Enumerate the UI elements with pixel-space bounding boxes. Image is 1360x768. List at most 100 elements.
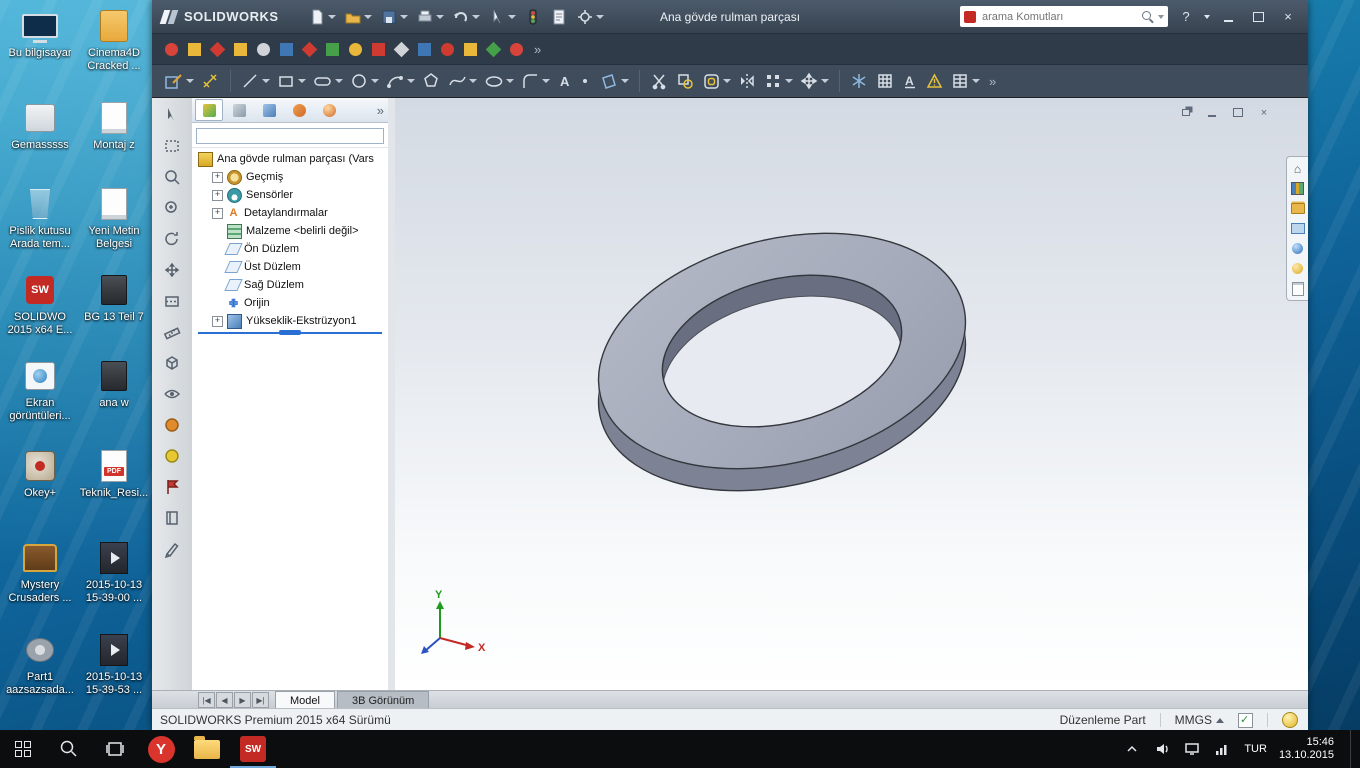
help-dropdown-icon[interactable] [1204, 14, 1210, 19]
help-button[interactable]: ? [1174, 7, 1198, 27]
view-palette-icon[interactable] [1290, 221, 1305, 236]
tree-item-on-duzlem[interactable]: Ön Düzlem [192, 240, 388, 258]
options-button[interactable] [573, 6, 607, 28]
tab-configurationmanager[interactable] [255, 99, 283, 121]
maximize-button[interactable] [1246, 7, 1270, 27]
expand-icon[interactable] [212, 207, 223, 219]
rollback-bar[interactable] [198, 330, 382, 335]
section-view-icon[interactable] [160, 290, 184, 312]
spline-icon[interactable] [446, 71, 479, 92]
tree-item-yukseklik-ekstruzyon1[interactable]: Yükseklik-Ekstrüzyon1 [192, 312, 388, 330]
tab-scroll-last-icon[interactable]: ▶| [252, 692, 269, 708]
search-input[interactable] [980, 9, 1138, 24]
toolbar2-icon-9[interactable] [346, 40, 364, 58]
sketch-icon[interactable] [162, 71, 196, 92]
viewport-close-icon[interactable]: × [1256, 106, 1272, 119]
box-select-icon[interactable] [160, 135, 184, 157]
zoom-area-icon[interactable] [160, 197, 184, 219]
language-indicator[interactable]: TUR [1242, 743, 1269, 755]
print-button[interactable] [413, 6, 447, 28]
arc-icon[interactable] [384, 71, 417, 92]
move-entities-icon[interactable] [798, 71, 831, 92]
desktop-icon-ana-w[interactable]: ana w [78, 358, 150, 410]
tab-scroll-first-icon[interactable]: |◀ [198, 692, 215, 708]
design-book-icon[interactable] [160, 507, 184, 529]
taskbar-clock[interactable]: 15:46 13.10.2015 [1279, 736, 1340, 762]
desktop-icon-recording-1[interactable]: 2015-10-13 15-39-00 ... [78, 540, 150, 605]
task-view-button[interactable] [92, 730, 138, 768]
scene-icon[interactable] [160, 445, 184, 467]
toolbar2-icon-10[interactable] [369, 40, 387, 58]
toolbar2-icon-6[interactable] [277, 40, 295, 58]
expand-icon[interactable] [212, 189, 223, 201]
point-icon[interactable] [577, 71, 594, 92]
sketch-fillet-icon[interactable] [519, 71, 552, 92]
toolbar2-icon-16[interactable] [507, 40, 525, 58]
expand-icon[interactable] [212, 171, 223, 183]
tab-scroll-right-icon[interactable]: ▶ [234, 692, 251, 708]
annotation-icon[interactable]: A [900, 71, 920, 92]
viewport-restore-icon[interactable] [1178, 106, 1194, 119]
select-cursor-icon[interactable] [160, 104, 184, 126]
desktop-icon-okey[interactable]: Okey+ [4, 448, 76, 500]
slot-icon[interactable] [311, 71, 345, 92]
grid-icon[interactable] [874, 71, 897, 92]
panel-tabs-overflow-icon[interactable]: » [373, 103, 388, 118]
tab-3d-views[interactable]: 3B Görünüm [336, 691, 430, 709]
toolbar3-overflow-icon[interactable]: » [985, 74, 1000, 89]
desktop-icon-ekran[interactable]: Ekran görüntüleri... [4, 358, 76, 423]
desktop-icon-bu-bilgisayar[interactable]: Bu bilgisayar [4, 8, 76, 60]
ring-part[interactable] [573, 197, 990, 527]
design-library-icon[interactable] [1290, 181, 1305, 196]
toolbar2-icon-8[interactable] [323, 40, 341, 58]
search-icon[interactable] [1142, 10, 1154, 23]
tray-overflow-chevron-icon[interactable] [1122, 739, 1142, 759]
save-button[interactable] [377, 6, 411, 28]
command-search-box[interactable] [960, 6, 1168, 27]
toolbar2-icon-7[interactable] [300, 40, 318, 58]
units-dropdown[interactable]: MMGS [1175, 713, 1224, 727]
edit-sketch-icon[interactable] [160, 538, 184, 560]
quick-tips-icon[interactable] [1282, 712, 1298, 728]
home-icon[interactable] [1290, 161, 1305, 176]
toolbar2-icon-11[interactable] [392, 40, 410, 58]
rectangle-icon[interactable] [275, 71, 308, 92]
tree-item-orijin[interactable]: Orijin [192, 294, 388, 312]
toolbar2-icon-13[interactable] [438, 40, 456, 58]
trim-entities-icon[interactable] [648, 71, 671, 92]
tree-item-gecmis[interactable]: Geçmiş [192, 168, 388, 186]
rebuild-button[interactable] [521, 6, 545, 28]
tree-root-item[interactable]: Ana gövde rulman parçası (Vars [192, 150, 388, 168]
toolbar2-icon-15[interactable] [484, 40, 502, 58]
volume-icon[interactable] [1152, 739, 1172, 759]
tab-model[interactable]: Model [275, 691, 335, 709]
taskbar-solidworks-button[interactable] [230, 730, 276, 768]
pan-icon[interactable] [160, 259, 184, 281]
model-canvas[interactable]: Y X [395, 98, 1308, 690]
offset-entities-icon[interactable] [700, 71, 733, 92]
toolbar2-icon-4[interactable] [231, 40, 249, 58]
tree-item-ust-duzlem[interactable]: Üst Düzlem [192, 258, 388, 276]
desktop-icon-montaj-z[interactable]: Montaj z [78, 100, 150, 152]
tab-propertymanager[interactable] [225, 99, 253, 121]
taskbar-search-button[interactable] [46, 730, 92, 768]
graphics-viewport[interactable]: × Y X ⌂ [395, 98, 1308, 690]
decals-icon[interactable] [1290, 261, 1305, 276]
toolbar2-icon-3[interactable] [208, 40, 226, 58]
desktop-icon-teknik-resim[interactable]: Teknik_Resi... [78, 448, 150, 500]
desktop-icon-bg13[interactable]: BG 13 Teil 7 [78, 272, 150, 324]
display-style-icon[interactable] [160, 352, 184, 374]
appearance-icon[interactable] [160, 414, 184, 436]
line-icon[interactable] [239, 71, 272, 92]
appearances-icon[interactable] [1290, 241, 1305, 256]
measure-icon[interactable] [160, 321, 184, 343]
text-icon[interactable]: A [555, 71, 574, 92]
tab-featuremanager[interactable] [195, 99, 223, 121]
toolbar2-icon-12[interactable] [415, 40, 433, 58]
tab-scroll-left-icon[interactable]: ◀ [216, 692, 233, 708]
file-properties-button[interactable] [547, 6, 571, 28]
custom-properties-icon[interactable] [1290, 281, 1305, 296]
network-icon[interactable] [1212, 739, 1232, 759]
desktop-icon-recycle-bin[interactable]: Pislik kutusu Arada tem... [4, 186, 76, 251]
mirror-entities-icon[interactable] [736, 71, 759, 92]
